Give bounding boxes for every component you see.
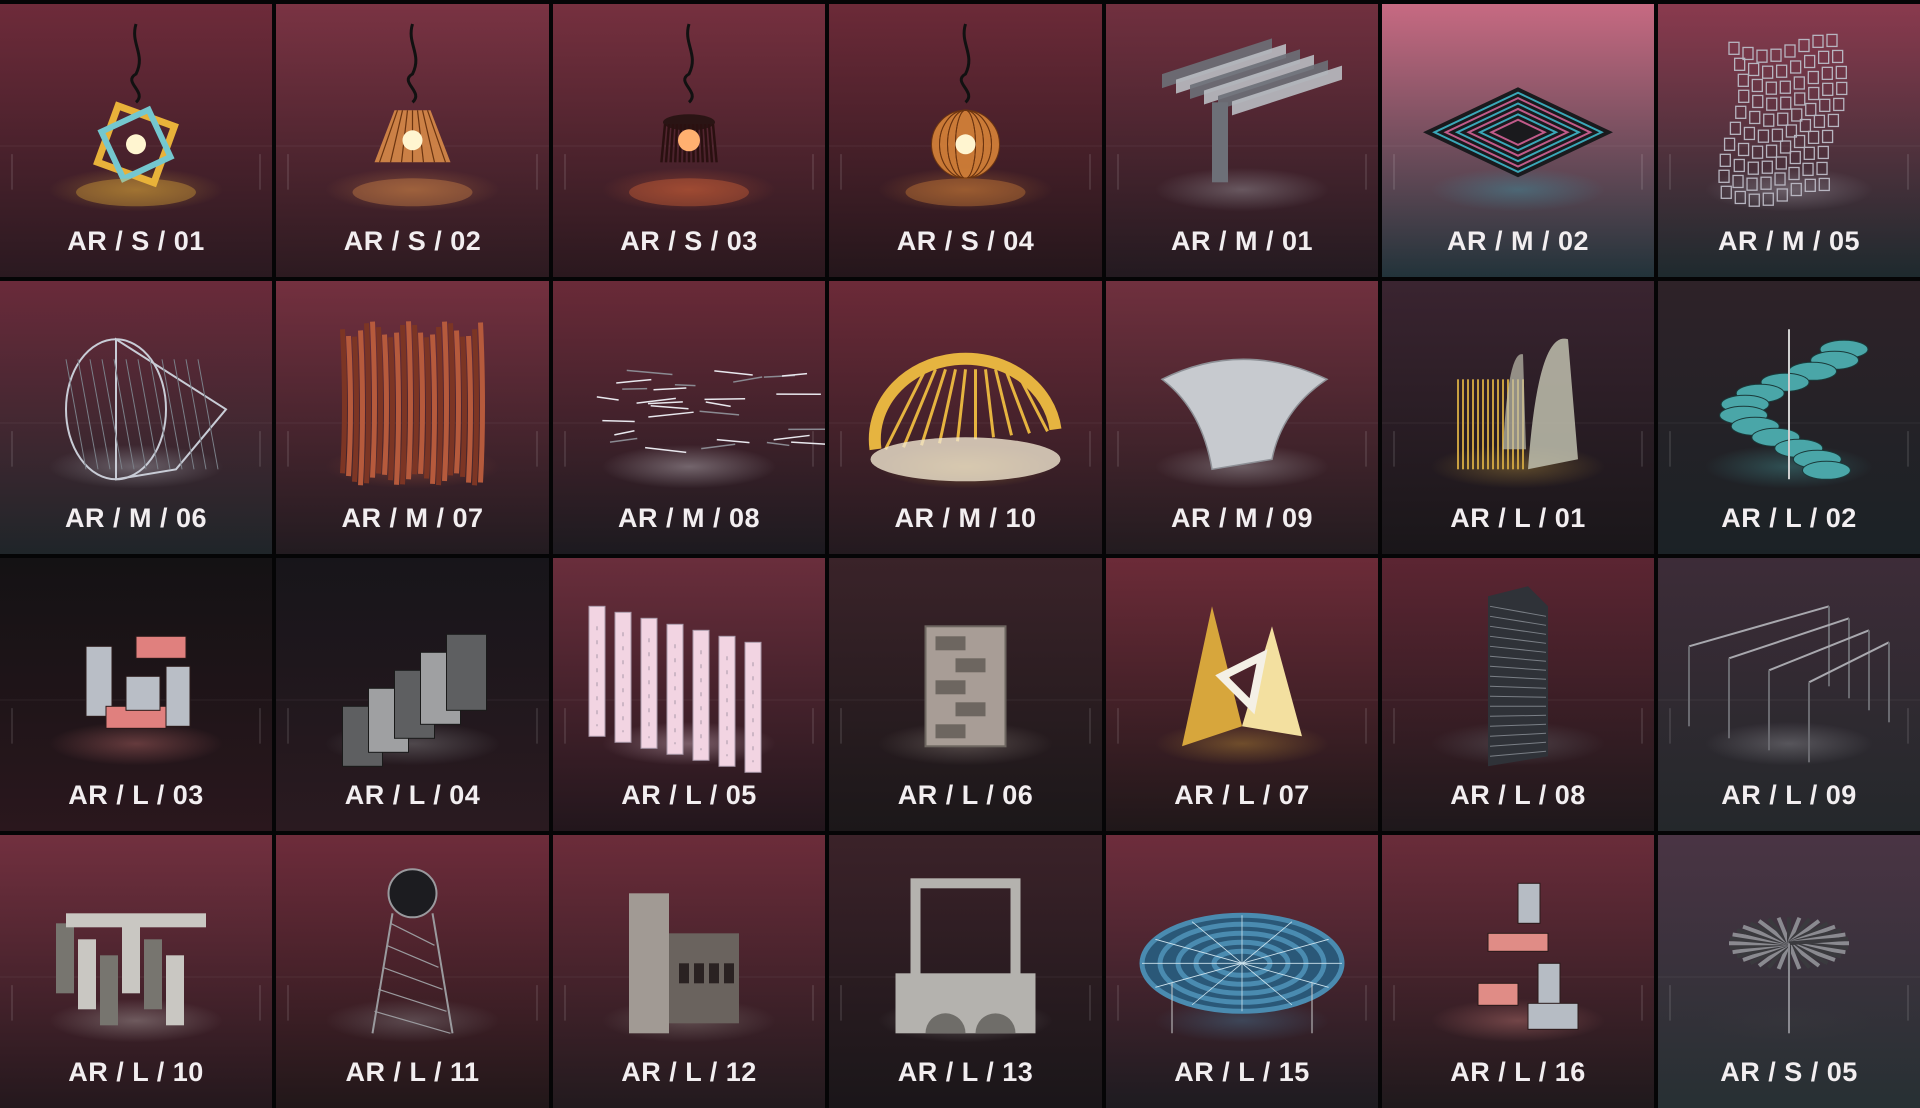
artwork-tile[interactable]: AR / L / 10 bbox=[0, 835, 272, 1108]
artwork-label: AR / S / 05 bbox=[1658, 1057, 1920, 1088]
artwork-label: AR / L / 02 bbox=[1658, 503, 1920, 534]
floor-glow bbox=[49, 999, 223, 1043]
artwork-label: AR / S / 02 bbox=[276, 226, 549, 257]
artwork-label: AR / L / 15 bbox=[1106, 1057, 1378, 1088]
artwork-tile[interactable]: AR / S / 05 bbox=[1658, 835, 1920, 1108]
artwork-tile[interactable]: AR / M / 06 bbox=[0, 281, 272, 554]
artwork-tile[interactable]: AR / S / 04 bbox=[829, 4, 1102, 277]
artwork-tile[interactable]: AR / M / 01 bbox=[1106, 4, 1378, 277]
artwork-tile[interactable]: AR / L / 06 bbox=[829, 558, 1102, 831]
artwork-label: AR / S / 04 bbox=[829, 226, 1102, 257]
floor-glow bbox=[1705, 722, 1873, 766]
floor-glow bbox=[325, 999, 500, 1043]
artwork-tile[interactable]: AR / L / 09 bbox=[1658, 558, 1920, 831]
artwork-label: AR / M / 02 bbox=[1382, 226, 1654, 257]
artwork-label: AR / L / 06 bbox=[829, 780, 1102, 811]
artwork-tile[interactable]: AR / L / 11 bbox=[276, 835, 549, 1108]
artwork-label: AR / L / 08 bbox=[1382, 780, 1654, 811]
artwork-label: AR / L / 03 bbox=[0, 780, 272, 811]
artwork-tile[interactable]: AR / L / 02 bbox=[1658, 281, 1920, 554]
artwork-label: AR / M / 08 bbox=[553, 503, 825, 534]
artwork-label: AR / L / 04 bbox=[276, 780, 549, 811]
artwork-label: AR / L / 01 bbox=[1382, 503, 1654, 534]
artwork-label: AR / L / 05 bbox=[553, 780, 825, 811]
artwork-tile[interactable]: AR / L / 07 bbox=[1106, 558, 1378, 831]
artwork-tile[interactable]: AR / M / 07 bbox=[276, 281, 549, 554]
floor-glow bbox=[602, 445, 776, 489]
artwork-tile[interactable]: AR / L / 04 bbox=[276, 558, 549, 831]
artwork-object bbox=[1142, 915, 1342, 1042]
artwork-label: AR / L / 11 bbox=[276, 1057, 549, 1088]
artwork-tile[interactable]: AR / L / 08 bbox=[1382, 558, 1654, 831]
artwork-label: AR / S / 01 bbox=[0, 226, 272, 257]
artwork-label: AR / M / 07 bbox=[276, 503, 549, 534]
artwork-tile[interactable]: AR / L / 05 bbox=[553, 558, 825, 831]
artwork-tile[interactable]: AR / S / 01 bbox=[0, 4, 272, 277]
artwork-label: AR / L / 09 bbox=[1658, 780, 1920, 811]
artwork-label: AR / M / 01 bbox=[1106, 226, 1378, 257]
artwork-tile[interactable]: AR / L / 12 bbox=[553, 835, 825, 1108]
artwork-label: AR / M / 06 bbox=[0, 503, 272, 534]
artwork-tile[interactable]: AR / M / 10 bbox=[829, 281, 1102, 554]
artwork-label: AR / L / 07 bbox=[1106, 780, 1378, 811]
artwork-label: AR / L / 10 bbox=[0, 1057, 272, 1088]
artwork-label: AR / M / 09 bbox=[1106, 503, 1378, 534]
artwork-label: AR / M / 05 bbox=[1658, 226, 1920, 257]
artwork-tile[interactable]: AR / L / 01 bbox=[1382, 281, 1654, 554]
artwork-label: AR / L / 16 bbox=[1382, 1057, 1654, 1088]
artwork-tile[interactable]: AR / M / 02 bbox=[1382, 4, 1654, 277]
artwork-tile[interactable]: AR / L / 16 bbox=[1382, 835, 1654, 1108]
artwork-tile[interactable]: AR / L / 15 bbox=[1106, 835, 1378, 1108]
artwork-tile[interactable]: AR / M / 08 bbox=[553, 281, 825, 554]
artwork-tile[interactable]: AR / M / 05 bbox=[1658, 4, 1920, 277]
artwork-label: AR / M / 10 bbox=[829, 503, 1102, 534]
artwork-tile[interactable]: AR / S / 03 bbox=[553, 4, 825, 277]
artwork-label: AR / S / 03 bbox=[553, 226, 825, 257]
artwork-tile[interactable]: AR / L / 13 bbox=[829, 835, 1102, 1108]
artwork-tile[interactable]: AR / L / 03 bbox=[0, 558, 272, 831]
floor-glow bbox=[1155, 722, 1329, 766]
artwork-tile[interactable]: AR / M / 09 bbox=[1106, 281, 1378, 554]
artwork-label: AR / L / 13 bbox=[829, 1057, 1102, 1088]
artwork-tile[interactable]: AR / S / 02 bbox=[276, 4, 549, 277]
artwork-label: AR / L / 12 bbox=[553, 1057, 825, 1088]
artwork-grid: AR / S / 01 AR / S / 02 AR / S / 03 AR / S … bbox=[0, 0, 1920, 1108]
floor-glow bbox=[1155, 168, 1329, 212]
